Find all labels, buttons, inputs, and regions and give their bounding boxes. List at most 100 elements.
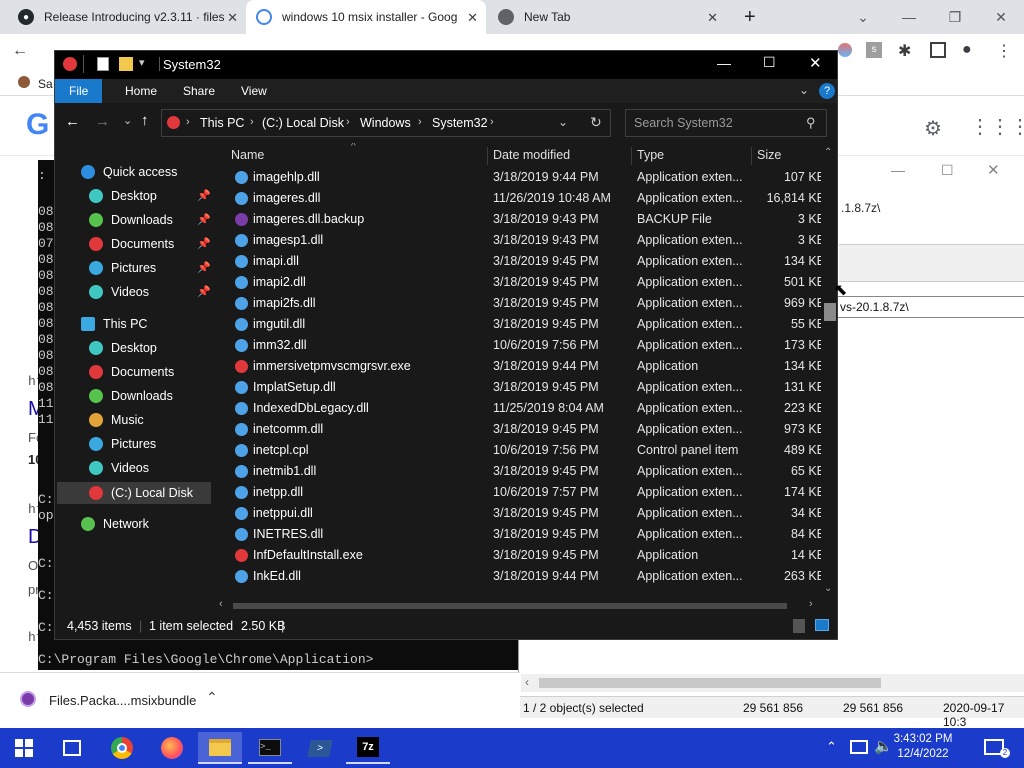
back-arrow-icon[interactable]: ← [12,42,28,60]
tab-home[interactable]: Home [111,79,171,103]
address-history-chevron-icon[interactable]: ⌄ [558,115,568,129]
side-panel-icon[interactable] [930,42,946,58]
scroll-up-icon[interactable]: ⌃ [824,147,832,158]
tab-view[interactable]: View [227,79,281,103]
close-icon[interactable]: ✕ [467,10,478,26]
help-icon[interactable]: ? [819,83,835,99]
new-tab-button[interactable]: + [734,0,764,34]
column-separator[interactable] [751,147,752,165]
console-prompt[interactable]: C:\Program Files\Google\Chrome\Applicati… [38,652,373,667]
new-folder-icon[interactable] [119,57,133,71]
menu-dots-icon[interactable]: ⋮ [996,41,1012,61]
close-icon[interactable]: ✕ [707,10,718,26]
7zip-address-field[interactable]: vs-20.1.8.7z\ [837,296,1024,318]
nav-pc-local-disk[interactable]: (C:) Local Disk [57,482,211,504]
minimize-button[interactable]: — [717,55,731,71]
column-header-type[interactable]: Type [637,143,664,167]
vertical-scrollbar[interactable]: ⌃ ⌄ [821,143,837,599]
scroll-down-icon[interactable]: ⌄ [824,583,832,594]
back-arrow-icon[interactable]: ← [65,113,80,130]
minimize-button[interactable]: — [891,162,905,178]
taskbar-firefox[interactable] [150,732,194,764]
nav-pc-documents[interactable]: Documents [89,361,174,383]
recent-locations-chevron-icon[interactable]: ⌄ [123,114,132,127]
table-row[interactable]: inetpp.dll 10/6/2019 7:57 PM Application e… [215,482,825,503]
up-arrow-icon[interactable]: ↑ [141,112,149,129]
nav-pc-desktop[interactable]: Desktop [89,337,157,359]
large-icons-view-icon[interactable] [815,619,829,631]
column-header-size[interactable]: Size [757,143,781,167]
google-logo[interactable]: G [26,108,49,142]
scroll-thumb[interactable] [233,603,787,609]
table-row[interactable]: inetcomm.dll 3/18/2019 9:45 PM Application… [215,419,825,440]
column-separator[interactable] [631,147,632,165]
nav-pc-pictures[interactable]: Pictures [89,433,156,455]
breadcrumb-chevron-icon[interactable]: › [490,116,494,128]
search-icon[interactable]: ⚲ [806,115,816,131]
scroll-right-icon[interactable]: › [809,598,813,610]
column-header-date[interactable]: Date modified [493,143,570,167]
column-separator[interactable] [487,147,488,165]
file-explorer-window[interactable]: ▾ System32 — ☐ ✕ File Home Share View ⌄ … [54,50,838,640]
scroll-left-icon[interactable]: ‹ [219,598,223,610]
table-row[interactable]: imgutil.dll 3/18/2019 9:45 PM Application … [215,314,825,335]
taskbar-chrome[interactable] [100,732,144,764]
close-button[interactable]: ✕ [809,54,822,72]
tab-google-search[interactable]: windows 10 msix installer - Goog ✕ [246,0,486,34]
breadcrumb-chevron-icon[interactable]: › [250,116,254,128]
column-header-name[interactable]: Name [231,143,264,167]
scroll-thumb[interactable] [824,303,836,321]
quick-access-dropdown-icon[interactable]: ▾ [139,56,145,69]
puzzle-icon[interactable]: ✱ [898,41,911,61]
task-view-button[interactable] [50,732,94,764]
minimize-button[interactable]: — [886,0,932,34]
nav-this-pc[interactable]: This PC [81,313,147,335]
taskbar-7zip[interactable]: 7z [346,732,390,764]
taskbar-command-prompt[interactable]: >_ [248,732,292,764]
extension-s-icon[interactable]: s [866,42,882,58]
table-row[interactable]: imageres.dll.backup 3/18/2019 9:43 PM BACK… [215,209,825,230]
scroll-thumb[interactable] [539,678,881,688]
tab-github-release[interactable]: ● Release Introducing v2.3.11 · files ✕ [8,0,246,34]
profile-icon[interactable]: ● [962,41,972,59]
taskbar-file-explorer[interactable] [198,732,242,764]
table-row[interactable]: imagehlp.dll 3/18/2019 9:44 PM Application… [215,167,825,188]
table-row[interactable]: immersivetpmvscmgrsvr.exe 3/18/2019 9:44 … [215,356,825,377]
tab-share[interactable]: Share [169,79,229,103]
breadcrumb-local-disk[interactable]: (C:) Local Disk [262,116,344,130]
table-row[interactable]: imapi.dll 3/18/2019 9:45 PM Application ex… [215,251,825,272]
breadcrumb-chevron-icon[interactable]: › [346,116,350,128]
horizontal-scrollbar[interactable]: ‹ › [215,598,821,613]
close-icon[interactable]: ✕ [227,10,238,26]
breadcrumb-this-pc[interactable]: This PC [200,116,244,130]
nav-quick-pictures[interactable]: Pictures [89,257,156,279]
breadcrumb-chevron-icon[interactable]: › [186,116,190,128]
restore-button[interactable]: ❐ [932,0,978,34]
nav-network[interactable]: Network [81,513,149,535]
network-icon[interactable] [850,740,868,754]
nav-quick-videos[interactable]: Videos [89,281,149,303]
apps-grid-icon[interactable]: ⋮⋮⋮ [970,114,1024,139]
close-button[interactable]: ✕ [987,161,1000,179]
table-row[interactable]: inetmib1.dll 3/18/2019 9:45 PM Application… [215,461,825,482]
tab-file[interactable]: File [55,79,103,103]
table-row[interactable]: imageres.dll 11/26/2019 10:48 AM Applicati… [215,188,825,209]
properties-icon[interactable] [97,57,109,71]
table-row[interactable]: IndexedDbLegacy.dll 11/25/2019 8:04 AM App… [215,398,825,419]
table-row[interactable]: INETRES.dll 3/18/2019 9:45 PM Application … [215,524,825,545]
nav-pc-music[interactable]: Music [89,409,144,431]
table-row[interactable]: inetcpl.cpl 10/6/2019 7:56 PM Control pane… [215,440,825,461]
clock[interactable]: 3:43:02 PM 12/4/2022 [886,732,960,762]
nav-quick-desktop[interactable]: Desktop [89,185,157,207]
close-button[interactable]: ✕ [978,0,1024,34]
tab-new-tab[interactable]: New Tab ✕ [488,0,726,34]
table-row[interactable]: imagesp1.dll 3/18/2019 9:43 PM Application… [215,230,825,251]
show-hidden-icons-chevron-icon[interactable]: ⌃ [826,739,837,755]
taskbar-powershell[interactable]: > [298,732,342,764]
bookmark-label[interactable]: Sa [38,77,53,91]
nav-quick-access[interactable]: Quick access [81,161,177,183]
details-view-icon[interactable] [793,619,805,633]
table-row[interactable]: imapi2.dll 3/18/2019 9:45 PM Application e… [215,272,825,293]
chevron-down-icon[interactable]: ⌄ [840,0,886,34]
search-box[interactable]: Search System32 ⚲ [625,109,827,137]
